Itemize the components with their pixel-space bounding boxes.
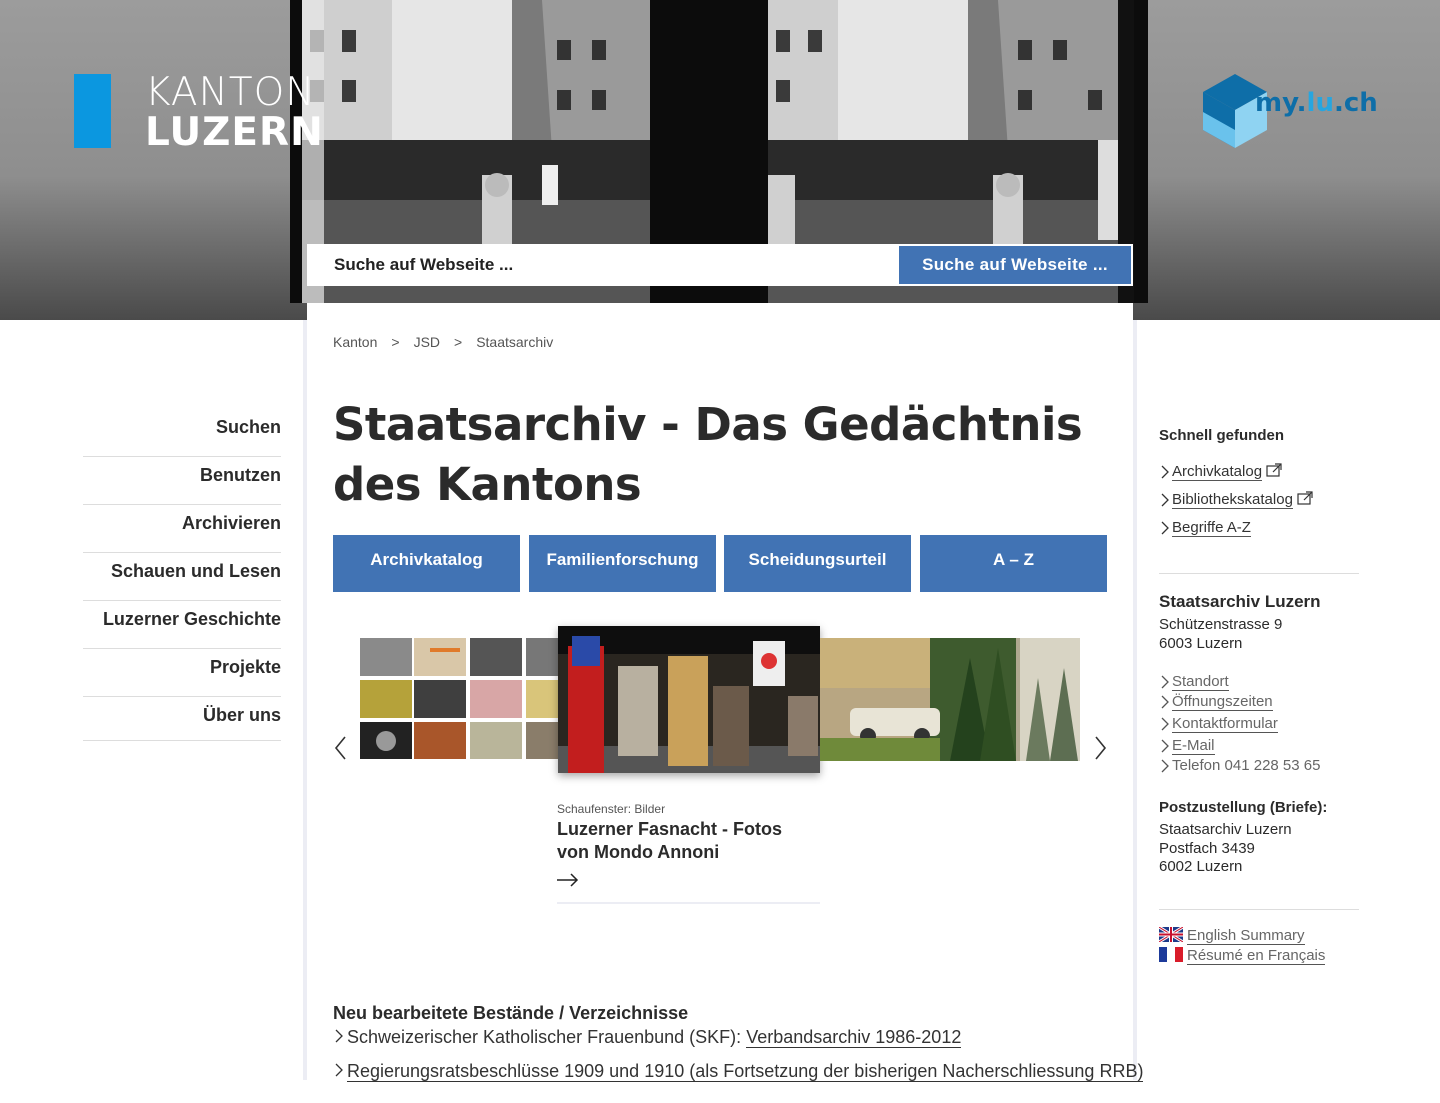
tile-a-z[interactable]: A – Z [920,535,1107,592]
search-button[interactable]: Suche auf Webseite ... [899,246,1131,284]
phone: Telefon 041 228 53 65 [1159,757,1320,774]
lang-link-english[interactable]: English Summary [1158,925,1305,945]
nav-item-benutzen[interactable]: Benutzen [83,457,281,505]
nav-item-schauen-und-lesen[interactable]: Schauen und Lesen [83,553,281,601]
carousel-slide-next-image[interactable] [820,638,1016,761]
chevron-right-icon [1161,521,1169,535]
slide-kicker: Schaufenster: Bilder [557,802,666,816]
nav-item-ueber-uns[interactable]: Über uns [83,697,281,741]
arrow-right-icon[interactable] [557,873,579,887]
search-input[interactable] [307,244,924,286]
breadcrumb-separator: > [391,334,400,350]
quick-link-archivkatalog[interactable]: Archivkatalog [1159,463,1282,481]
news-heading: Neu bearbeitete Bestände / Verzeichnisse [333,1003,689,1023]
carousel-slide-featured-image[interactable] [558,626,820,773]
chevron-right-icon [1161,695,1169,709]
uk-flag-icon [1158,925,1184,944]
post-address-line: 6002 Luzern [1159,858,1243,875]
chevron-right-icon [1161,739,1169,753]
france-flag-icon [1159,947,1183,962]
chevron-right-icon [335,1029,343,1043]
nav-item-luzerner-geschichte[interactable]: Luzerner Geschichte [83,601,281,649]
divider [557,902,820,904]
contact-link-label: Standort [1172,673,1229,691]
chevron-right-icon [1161,465,1169,479]
post-address-line: Postfach 3439 [1159,840,1255,857]
contact-link-label: Kontaktformular [1172,715,1278,733]
quick-link-label: Begriffe A-Z [1172,519,1251,537]
chevron-right-icon [1161,675,1169,689]
org-name: Staatsarchiv Luzern [1159,592,1321,611]
phone-text: Telefon 041 228 53 65 [1172,757,1321,774]
carousel-slide-next-2-image[interactable] [1016,638,1080,761]
news-item-text: Schweizerischer Katholischer Frauenbund … [347,1027,747,1047]
carousel-slide-previous[interactable] [360,638,558,759]
post-heading: Postzustellung (Briefe): [1159,799,1328,816]
lang-link-label: English Summary [1187,927,1305,945]
news-item-link[interactable]: Regierungsratsbeschlüsse 1909 und 1910 (… [347,1061,1144,1082]
breadcrumb-item-current: Staatsarchiv [476,334,554,350]
tile-familienforschung[interactable]: Familienforschung [529,535,716,592]
nav-item-archivieren[interactable]: Archivieren [83,505,281,553]
lang-link-french[interactable]: Résumé en Français [1159,947,1326,965]
quick-link-begriffe[interactable]: Begriffe A-Z [1159,519,1251,537]
tile-scheidungsurteil[interactable]: Scheidungsurteil [724,535,911,592]
chevron-right-icon [1161,493,1169,507]
mylu-link[interactable]: my.lu.ch [1255,88,1378,118]
carousel-prev-icon[interactable] [333,735,349,761]
quick-link-bibliothekskatalog[interactable]: Bibliothekskatalog [1159,491,1313,509]
quick-link-label: Archivkatalog [1172,463,1263,481]
chevron-right-icon [1161,717,1169,731]
breadcrumb-item[interactable]: Kanton [333,334,377,350]
contact-link-kontaktformular[interactable]: Kontaktformular [1159,715,1278,733]
quick-link-label: Bibliothekskatalog [1172,491,1293,509]
breadcrumb-separator: > [454,334,463,350]
logo-mark[interactable] [74,74,111,148]
contact-link-label: Öffnungszeiten [1172,693,1273,711]
contact-link-label: E-Mail [1172,737,1215,755]
nav-item-projekte[interactable]: Projekte [83,649,281,697]
news-item-link[interactable]: Verbandsarchiv 1986-2012 [746,1027,962,1048]
carousel-next-icon[interactable] [1092,735,1108,761]
card-edge-right [1133,320,1137,1080]
quick-links-heading: Schnell gefunden [1159,427,1285,444]
search-bar: Suche auf Webseite ... [307,244,1133,286]
header-hero: KANTON LUZERN my.lu.ch Suche auf Webseit… [0,0,1440,320]
chevron-right-icon [1161,759,1169,773]
contact-link-oeffnungszeiten[interactable]: Öffnungszeiten [1159,693,1273,711]
nav-item-suchen[interactable]: Suchen [83,409,281,457]
slide-title[interactable]: Luzerner Fasnacht - Fotos von Mondo Anno… [557,818,817,864]
news-item: Schweizerischer Katholischer Frauenbund … [333,1027,962,1048]
lang-link-label: Résumé en Français [1187,947,1326,965]
contact-link-standort[interactable]: Standort [1159,673,1229,691]
address-line: Schützenstrasse 9 [1159,616,1283,633]
breadcrumb: Kanton > JSD > Staatsarchiv [333,334,567,350]
logo-text-kanton[interactable]: KANTON [145,70,315,115]
chevron-right-icon [335,1063,343,1077]
logo-text-luzern[interactable]: LUZERN [145,110,324,155]
tile-archivkatalog[interactable]: Archivkatalog [333,535,520,592]
news-item: Regierungsratsbeschlüsse 1909 und 1910 (… [333,1061,1144,1082]
page-title: Staatsarchiv - Das Gedächtnis des Kanton… [333,398,1083,511]
divider [1159,909,1359,910]
external-link-icon [1266,463,1282,477]
contact-link-email[interactable]: E-Mail [1159,737,1215,755]
breadcrumb-item[interactable]: JSD [414,334,440,350]
external-link-icon [1297,491,1313,505]
post-address-line: Staatsarchiv Luzern [1159,821,1292,838]
address-line: 6003 Luzern [1159,635,1243,652]
divider [1159,573,1359,574]
